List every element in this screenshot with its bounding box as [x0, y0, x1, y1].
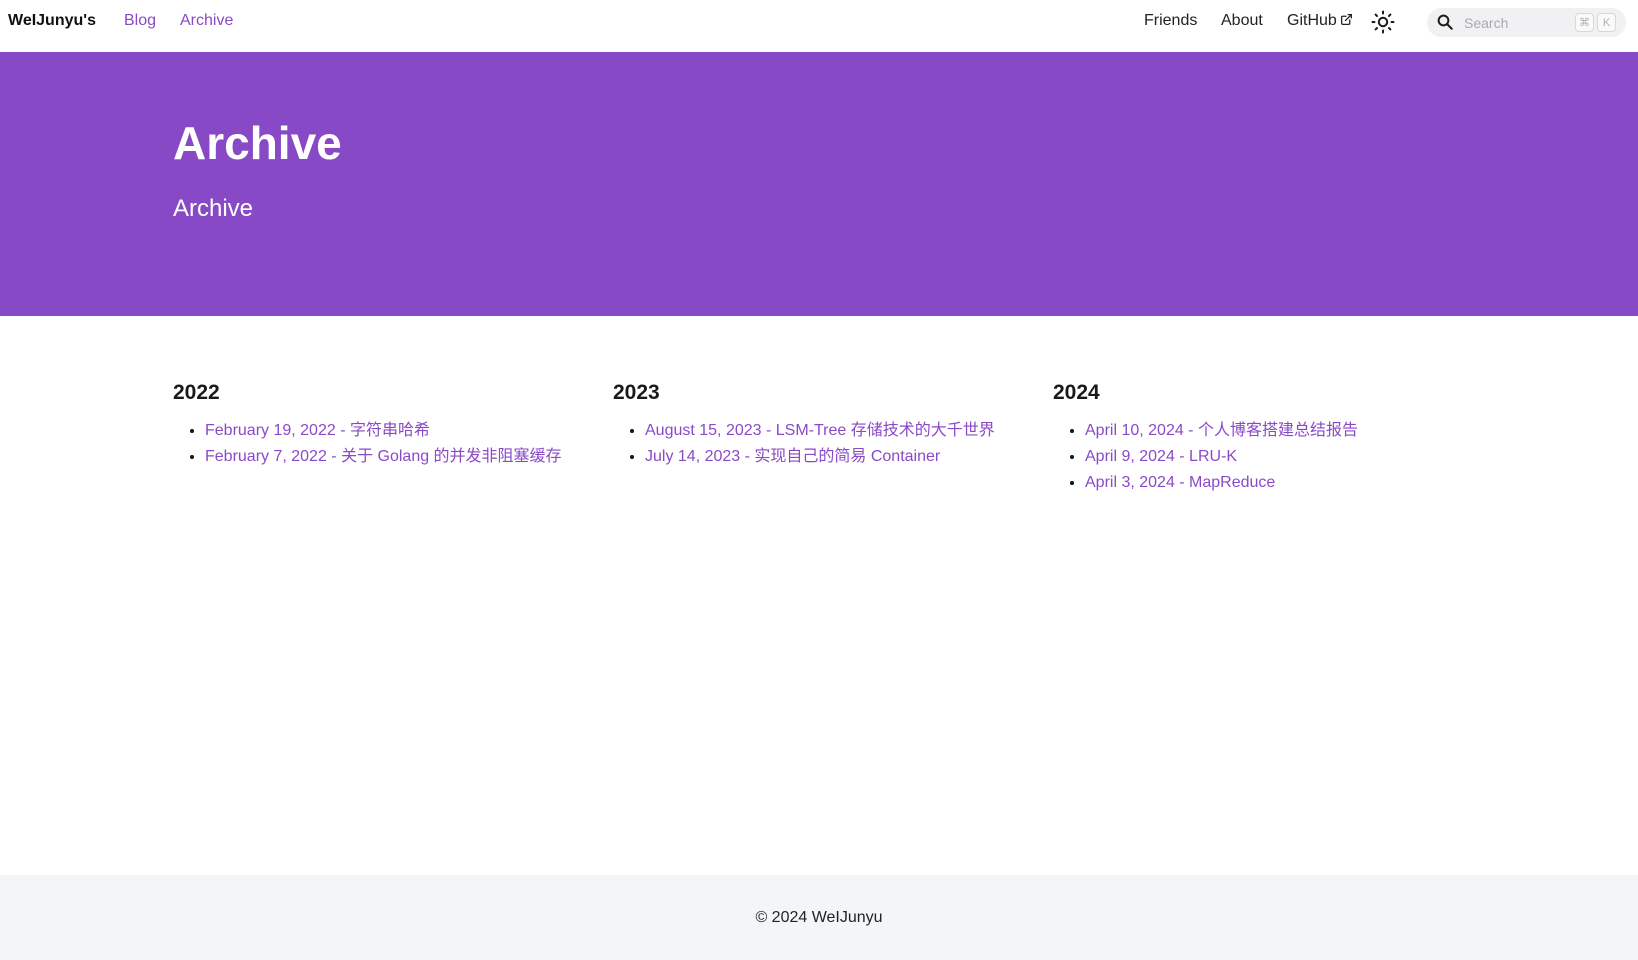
year-heading: 2022	[173, 381, 220, 404]
shortcut-k-key: K	[1597, 13, 1616, 32]
list-item: August 15, 2023 - LSM-Tree 存储技术的大千世界	[645, 418, 1033, 444]
page-subtitle: Archive	[173, 195, 254, 222]
search-icon	[1436, 13, 1454, 31]
search-input[interactable]	[1462, 12, 1562, 33]
footer-copyright: © 2024 WeIJunyu	[755, 909, 883, 926]
shortcut-command-key: ⌘	[1575, 13, 1594, 32]
year-section-2022: 2022 February 19, 2022 - 字符串哈希 February …	[173, 378, 593, 470]
hero-banner: Archive Archive	[0, 52, 1638, 316]
year-heading: 2023	[613, 381, 660, 404]
list-item: April 10, 2024 - 个人博客搭建总结报告	[1085, 418, 1473, 444]
year-section-2023: 2023 August 15, 2023 - LSM-Tree 存储技术的大千世…	[613, 378, 1033, 470]
post-link[interactable]: August 15, 2023 - LSM-Tree 存储技术的大千世界	[645, 422, 995, 439]
nav-friends-link[interactable]: Friends	[1144, 12, 1197, 30]
post-link[interactable]: April 10, 2024 - 个人博客搭建总结报告	[1085, 422, 1358, 439]
external-link-icon	[1340, 13, 1353, 31]
sun-icon	[1371, 10, 1395, 38]
page-title: Archive	[173, 117, 342, 169]
post-link[interactable]: April 3, 2024 - MapReduce	[1085, 474, 1275, 491]
post-link[interactable]: February 19, 2022 - 字符串哈希	[205, 422, 430, 439]
year-heading: 2024	[1053, 381, 1100, 404]
search-box[interactable]: ⌘ K	[1427, 8, 1626, 37]
year-section-2024: 2024 April 10, 2024 - 个人博客搭建总结报告 April 9…	[1053, 378, 1473, 496]
theme-toggle-button[interactable]	[1371, 10, 1395, 34]
site-footer: © 2024 WeIJunyu	[0, 875, 1638, 960]
post-link[interactable]: July 14, 2023 - 实现自己的简易 Container	[645, 448, 940, 465]
post-list: August 15, 2023 - LSM-Tree 存储技术的大千世界 Jul…	[613, 418, 1033, 470]
list-item: February 7, 2022 - 关于 Golang 的并发非阻塞缓存	[205, 444, 593, 470]
post-link[interactable]: February 7, 2022 - 关于 Golang 的并发非阻塞缓存	[205, 448, 562, 465]
list-item: July 14, 2023 - 实现自己的简易 Container	[645, 444, 1033, 470]
post-list: February 19, 2022 - 字符串哈希 February 7, 20…	[173, 418, 593, 470]
nav-blog-link[interactable]: Blog	[124, 12, 156, 30]
site-brand-link[interactable]: WeIJunyu's	[8, 12, 96, 30]
nav-github-link[interactable]: GitHub	[1287, 12, 1353, 31]
top-navbar: WeIJunyu's Blog Archive Friends About Gi…	[0, 0, 1638, 52]
post-link[interactable]: April 9, 2024 - LRU-K	[1085, 448, 1237, 465]
nav-archive-link[interactable]: Archive	[180, 12, 233, 30]
post-list: April 10, 2024 - 个人博客搭建总结报告 April 9, 202…	[1053, 418, 1473, 496]
list-item: April 3, 2024 - MapReduce	[1085, 470, 1473, 496]
list-item: April 9, 2024 - LRU-K	[1085, 444, 1473, 470]
github-link-label: GitHub	[1287, 12, 1337, 29]
list-item: February 19, 2022 - 字符串哈希	[205, 418, 593, 444]
nav-about-link[interactable]: About	[1221, 12, 1263, 30]
